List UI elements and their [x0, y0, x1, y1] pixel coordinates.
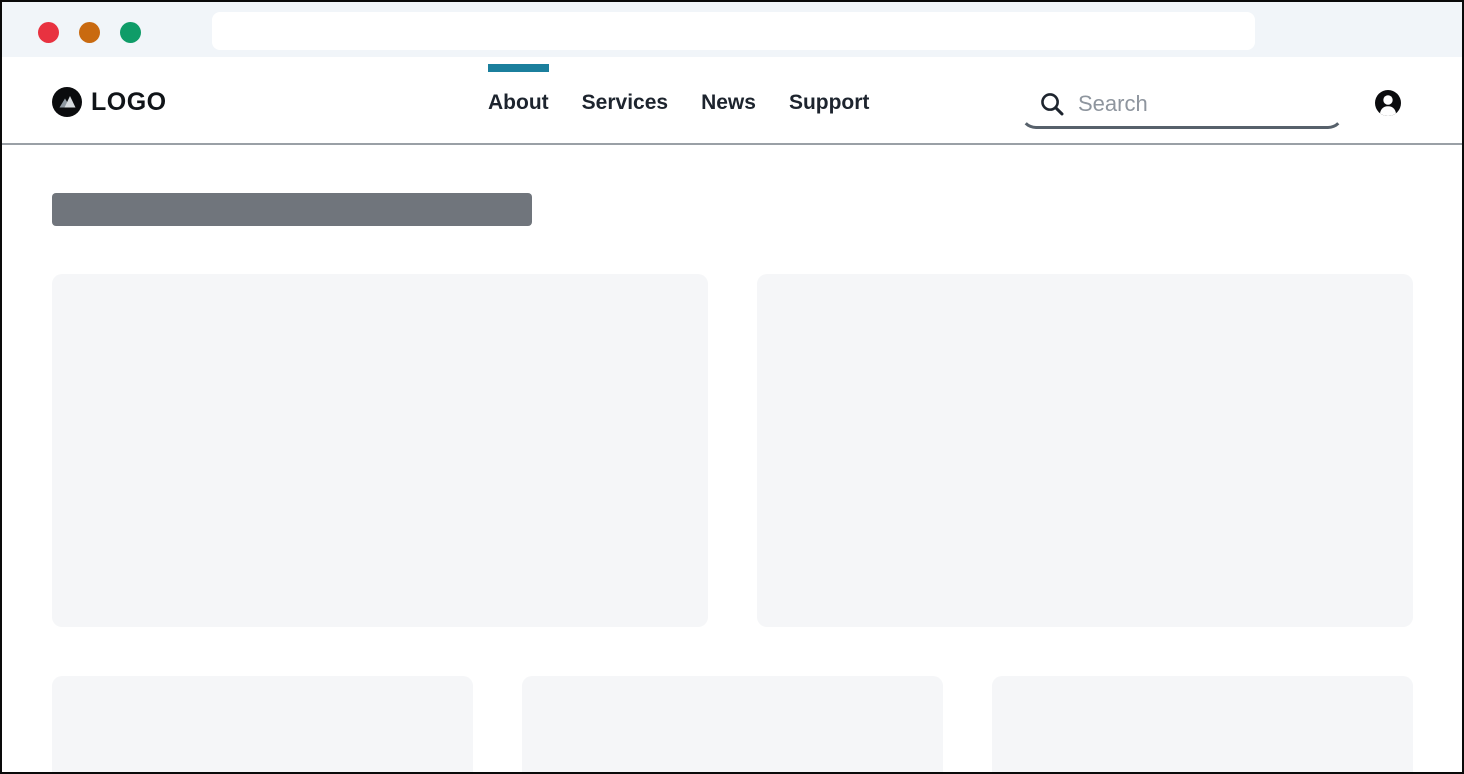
user-avatar-icon[interactable] — [1375, 90, 1401, 116]
content-card-small-2 — [522, 676, 943, 774]
content-card-small-3 — [992, 676, 1413, 774]
window-maximize-button[interactable] — [120, 22, 141, 43]
large-card-row — [52, 274, 1413, 627]
traffic-lights — [38, 22, 141, 43]
browser-window: LOGO About Services News Support — [0, 0, 1464, 774]
content-card-large-1 — [52, 274, 708, 627]
small-card-row — [52, 676, 1413, 774]
nav-item-about[interactable]: About — [488, 60, 549, 146]
nav-item-support[interactable]: Support — [789, 60, 869, 146]
window-close-button[interactable] — [38, 22, 59, 43]
nav-links: About Services News Support — [488, 57, 869, 143]
search-box — [1020, 79, 1344, 129]
top-navigation: LOGO About Services News Support — [2, 57, 1462, 145]
nav-item-news[interactable]: News — [701, 60, 756, 146]
url-bar[interactable] — [212, 12, 1255, 50]
logo-text: LOGO — [91, 88, 167, 117]
logo-icon — [52, 87, 82, 117]
search-input[interactable] — [1078, 91, 1325, 117]
window-minimize-button[interactable] — [79, 22, 100, 43]
search-icon — [1039, 91, 1065, 117]
content-card-small-1 — [52, 676, 473, 774]
browser-chrome — [2, 2, 1462, 57]
nav-item-services[interactable]: Services — [582, 60, 668, 146]
main-content — [2, 193, 1462, 774]
brand-logo[interactable]: LOGO — [52, 57, 167, 143]
content-card-large-2 — [757, 274, 1413, 627]
page-title-placeholder — [52, 193, 532, 226]
